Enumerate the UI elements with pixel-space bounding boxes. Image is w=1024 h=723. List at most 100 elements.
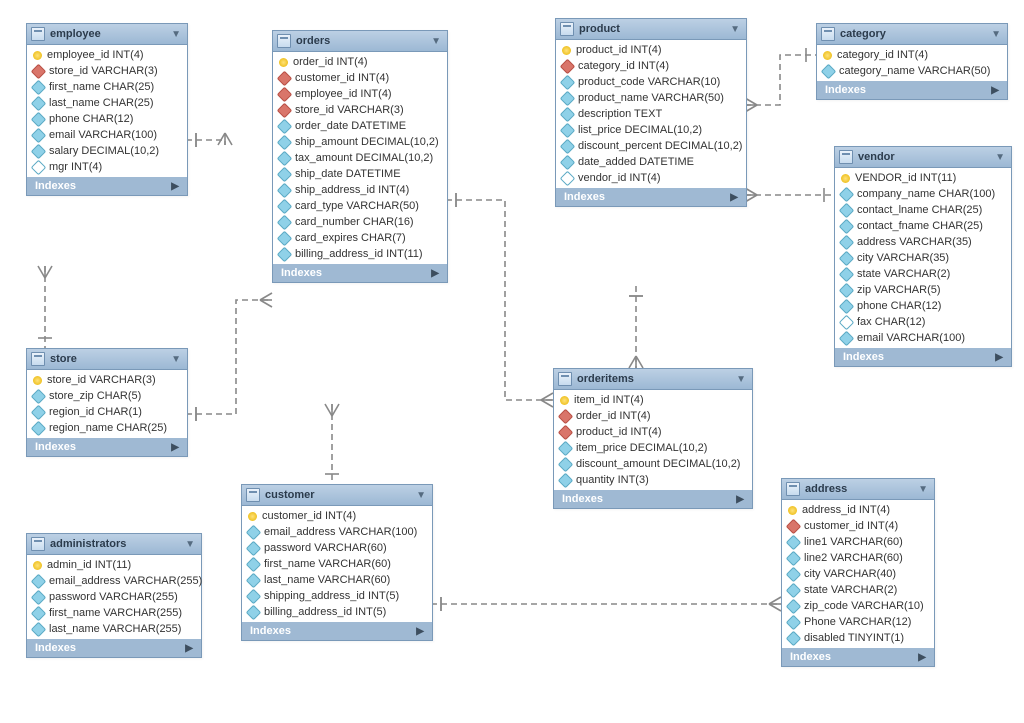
table-header[interactable]: orderitems▼	[554, 369, 752, 390]
column[interactable]: zip VARCHAR(5)	[835, 282, 1011, 298]
table-orderitems[interactable]: orderitems▼ item_id INT(4)order_id INT(4)…	[553, 368, 753, 509]
column[interactable]: order_id INT(4)	[554, 408, 752, 424]
collapse-arrow-icon[interactable]: ▼	[995, 152, 1005, 163]
column[interactable]: category_id INT(4)	[556, 58, 746, 74]
column[interactable]: city VARCHAR(40)	[782, 566, 934, 582]
column[interactable]: card_type VARCHAR(50)	[273, 198, 447, 214]
column[interactable]: shipping_address_id INT(5)	[242, 588, 432, 604]
collapse-arrow-icon[interactable]: ▼	[416, 490, 426, 501]
collapse-arrow-icon[interactable]: ▼	[431, 36, 441, 47]
expand-arrow-icon[interactable]: ▶	[730, 192, 738, 203]
indexes-section[interactable]: Indexes▶	[835, 348, 1011, 366]
column[interactable]: employee_id INT(4)	[273, 86, 447, 102]
column[interactable]: region_id CHAR(1)	[27, 404, 187, 420]
column[interactable]: email_address VARCHAR(100)	[242, 524, 432, 540]
column[interactable]: store_id VARCHAR(3)	[27, 372, 187, 388]
collapse-arrow-icon[interactable]: ▼	[736, 374, 746, 385]
column[interactable]: store_id VARCHAR(3)	[27, 63, 187, 79]
column[interactable]: customer_id INT(4)	[273, 70, 447, 86]
table-header[interactable]: product▼	[556, 19, 746, 40]
column[interactable]: Phone VARCHAR(12)	[782, 614, 934, 630]
indexes-section[interactable]: Indexes▶	[554, 490, 752, 508]
column[interactable]: first_name VARCHAR(255)	[27, 605, 201, 621]
column[interactable]: date_added DATETIME	[556, 154, 746, 170]
indexes-section[interactable]: Indexes▶	[273, 264, 447, 282]
expand-arrow-icon[interactable]: ▶	[171, 442, 179, 453]
column[interactable]: customer_id INT(4)	[242, 508, 432, 524]
column[interactable]: admin_id INT(11)	[27, 557, 201, 573]
table-administrators[interactable]: administrators▼admin_id INT(11)email_add…	[26, 533, 202, 658]
column[interactable]: description TEXT	[556, 106, 746, 122]
column[interactable]: product_id INT(4)	[556, 42, 746, 58]
column[interactable]: order_id INT(4)	[273, 54, 447, 70]
expand-arrow-icon[interactable]: ▶	[736, 494, 744, 505]
collapse-arrow-icon[interactable]: ▼	[918, 484, 928, 495]
indexes-section[interactable]: Indexes▶	[556, 188, 746, 206]
column[interactable]: address_id INT(4)	[782, 502, 934, 518]
column[interactable]: product_id INT(4)	[554, 424, 752, 440]
column[interactable]: contact_fname CHAR(25)	[835, 218, 1011, 234]
column[interactable]: card_number CHAR(16)	[273, 214, 447, 230]
column[interactable]: last_name VARCHAR(60)	[242, 572, 432, 588]
column[interactable]: billing_address_id INT(5)	[242, 604, 432, 620]
collapse-arrow-icon[interactable]: ▼	[171, 29, 181, 40]
indexes-section[interactable]: Indexes▶	[27, 438, 187, 456]
column[interactable]: category_name VARCHAR(50)	[817, 63, 1007, 79]
column[interactable]: email VARCHAR(100)	[27, 127, 187, 143]
table-header[interactable]: category▼	[817, 24, 1007, 45]
column[interactable]: customer_id INT(4)	[782, 518, 934, 534]
column[interactable]: first_name CHAR(25)	[27, 79, 187, 95]
column[interactable]: company_name CHAR(100)	[835, 186, 1011, 202]
column[interactable]: city VARCHAR(35)	[835, 250, 1011, 266]
column[interactable]: email VARCHAR(100)	[835, 330, 1011, 346]
column[interactable]: employee_id INT(4)	[27, 47, 187, 63]
table-employee[interactable]: employee▼employee_id INT(4)store_id VARC…	[26, 23, 188, 196]
table-header[interactable]: vendor▼	[835, 147, 1011, 168]
collapse-arrow-icon[interactable]: ▼	[185, 539, 195, 550]
table-store[interactable]: store▼store_id VARCHAR(3)store_zip CHAR(…	[26, 348, 188, 457]
column[interactable]: first_name VARCHAR(60)	[242, 556, 432, 572]
expand-arrow-icon[interactable]: ▶	[991, 85, 999, 96]
expand-arrow-icon[interactable]: ▶	[171, 181, 179, 192]
column[interactable]: email_address VARCHAR(255)	[27, 573, 201, 589]
column[interactable]: ship_date DATETIME	[273, 166, 447, 182]
collapse-arrow-icon[interactable]: ▼	[171, 354, 181, 365]
column[interactable]: phone CHAR(12)	[27, 111, 187, 127]
column[interactable]: ship_address_id INT(4)	[273, 182, 447, 198]
column[interactable]: order_date DATETIME	[273, 118, 447, 134]
table-header[interactable]: store▼	[27, 349, 187, 370]
column[interactable]: state VARCHAR(2)	[835, 266, 1011, 282]
column[interactable]: discount_amount DECIMAL(10,2)	[554, 456, 752, 472]
column[interactable]: store_id VARCHAR(3)	[273, 102, 447, 118]
expand-arrow-icon[interactable]: ▶	[416, 626, 424, 637]
expand-arrow-icon[interactable]: ▶	[185, 643, 193, 654]
column[interactable]: region_name CHAR(25)	[27, 420, 187, 436]
column[interactable]: vendor_id INT(4)	[556, 170, 746, 186]
table-product[interactable]: product▼ product_id INT(4)category_id INT…	[555, 18, 747, 207]
column[interactable]: tax_amount DECIMAL(10,2)	[273, 150, 447, 166]
column[interactable]: contact_lname CHAR(25)	[835, 202, 1011, 218]
indexes-section[interactable]: Indexes▶	[27, 639, 201, 657]
expand-arrow-icon[interactable]: ▶	[918, 652, 926, 663]
column[interactable]: list_price DECIMAL(10,2)	[556, 122, 746, 138]
column[interactable]: item_id INT(4)	[554, 392, 752, 408]
collapse-arrow-icon[interactable]: ▼	[991, 29, 1001, 40]
table-customer[interactable]: customer▼ customer_id INT(4)email_address…	[241, 484, 433, 641]
column[interactable]: product_code VARCHAR(10)	[556, 74, 746, 90]
column[interactable]: line2 VARCHAR(60)	[782, 550, 934, 566]
expand-arrow-icon[interactable]: ▶	[995, 352, 1003, 363]
column[interactable]: state VARCHAR(2)	[782, 582, 934, 598]
column[interactable]: zip_code VARCHAR(10)	[782, 598, 934, 614]
column[interactable]: line1 VARCHAR(60)	[782, 534, 934, 550]
column[interactable]: salary DECIMAL(10,2)	[27, 143, 187, 159]
table-vendor[interactable]: vendor▼VENDOR_id INT(11)company_name CHA…	[834, 146, 1012, 367]
column[interactable]: mgr INT(4)	[27, 159, 187, 175]
column[interactable]: ship_amount DECIMAL(10,2)	[273, 134, 447, 150]
column[interactable]: product_name VARCHAR(50)	[556, 90, 746, 106]
column[interactable]: fax CHAR(12)	[835, 314, 1011, 330]
table-header[interactable]: customer▼	[242, 485, 432, 506]
indexes-section[interactable]: Indexes▶	[27, 177, 187, 195]
collapse-arrow-icon[interactable]: ▼	[730, 24, 740, 35]
column[interactable]: billing_address_id INT(11)	[273, 246, 447, 262]
column[interactable]: card_expires CHAR(7)	[273, 230, 447, 246]
